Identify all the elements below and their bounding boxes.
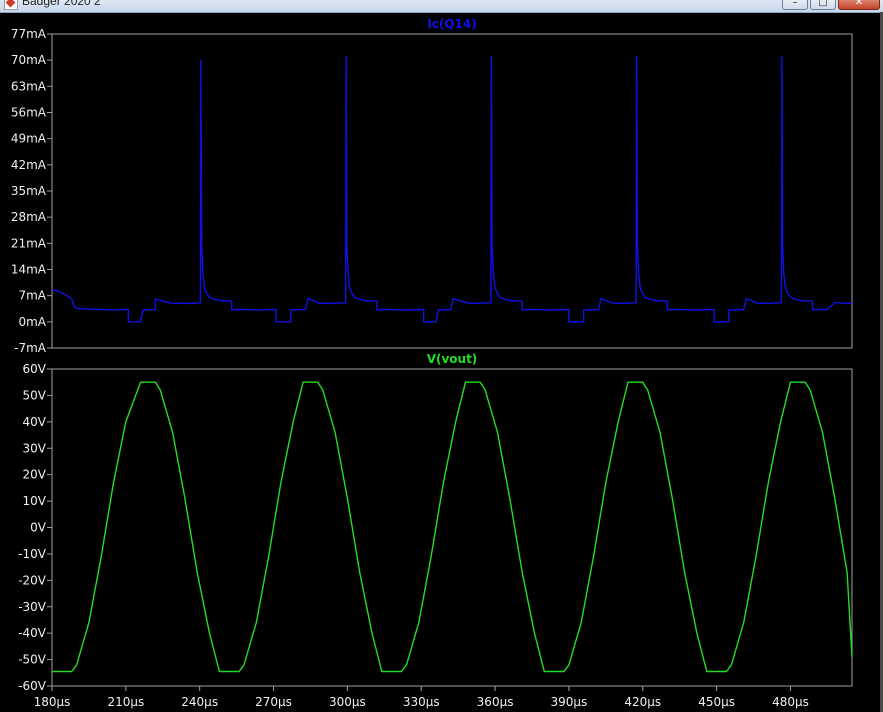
y-tick-label-current: -7mA — [14, 341, 47, 355]
y-tick-label-voltage: -10V — [18, 547, 47, 561]
pane-title-current: Ic(Q14) — [427, 17, 476, 31]
y-tick-label-voltage: -30V — [18, 600, 47, 614]
x-tick-label-voltage: 330µs — [403, 695, 440, 709]
x-tick-label-voltage: 240µs — [181, 695, 218, 709]
x-tick-label-voltage: 360µs — [477, 695, 514, 709]
y-tick-label-voltage: 10V — [23, 494, 47, 508]
y-tick-label-voltage: 60V — [23, 362, 47, 376]
y-tick-label-voltage: -20V — [18, 573, 47, 587]
series-line-voltage — [52, 381, 853, 673]
waveform-viewer[interactable]: Ic(Q14) 77mA 70mA 63mA 56mA 49mA 42mA 35mA 28mA 2… — [0, 0, 883, 712]
plot-frame-voltage — [51, 368, 853, 687]
y-tick-label-current: 42mA — [11, 158, 47, 172]
y-tick-label-voltage: 20V — [23, 468, 47, 482]
y-tick-label-voltage: 40V — [23, 415, 47, 429]
y-tick-label-voltage: 0V — [30, 521, 47, 535]
x-tick-label-voltage: 480µs — [772, 695, 809, 709]
x-tick-label-voltage: 210µs — [107, 695, 144, 709]
y-tick-label-current: 77mA — [11, 27, 47, 41]
y-tick-label-voltage: -50V — [18, 653, 47, 667]
y-tick-label-current: 56mA — [11, 106, 47, 120]
x-tick-label-voltage: 270µs — [255, 695, 292, 709]
series-line-current — [51, 55, 853, 323]
y-tick-label-voltage: 50V — [23, 388, 47, 402]
pane-title-voltage: V(vout) — [427, 352, 478, 366]
x-tick-label-voltage: 300µs — [329, 695, 366, 709]
y-tick-label-current: 70mA — [11, 53, 47, 67]
y-tick-label-current: 28mA — [11, 210, 47, 224]
y-tick-label-current: 0mA — [18, 315, 46, 329]
x-tick-label-voltage: 180µs — [34, 695, 71, 709]
y-tick-label-current: 14mA — [11, 263, 47, 277]
y-tick-label-current: 49mA — [11, 132, 47, 146]
x-tick-label-voltage: 390µs — [551, 695, 588, 709]
y-tick-label-voltage: 30V — [23, 441, 47, 455]
x-tick-label-voltage: 450µs — [698, 695, 735, 709]
y-tick-label-current: 35mA — [11, 184, 47, 198]
x-tick-label-voltage: 420µs — [624, 695, 661, 709]
y-tick-label-current: 21mA — [11, 236, 47, 250]
y-tick-label-voltage: -60V — [18, 679, 47, 693]
y-tick-label-current: 63mA — [11, 79, 47, 93]
y-tick-label-voltage: -40V — [18, 626, 47, 640]
y-tick-label-current: 7mA — [18, 289, 46, 303]
